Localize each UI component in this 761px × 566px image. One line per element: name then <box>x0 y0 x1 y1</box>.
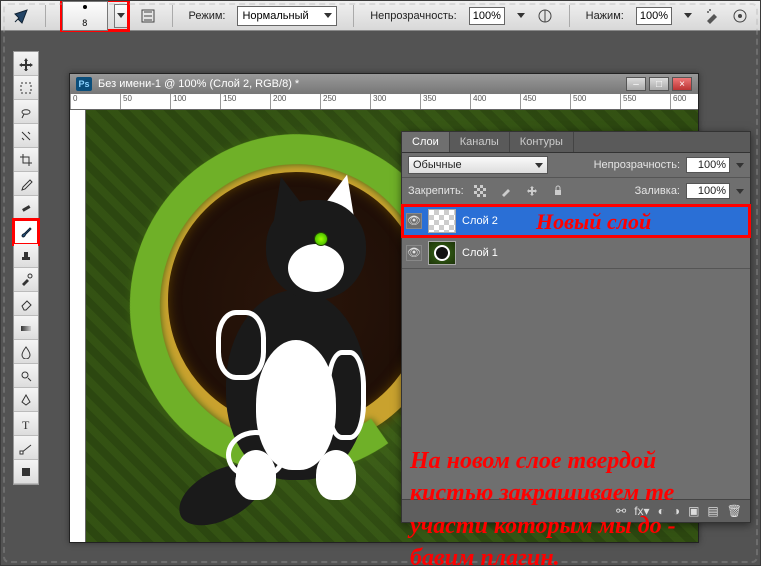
fill-dropdown-icon[interactable] <box>736 189 744 194</box>
flow-input[interactable]: 100% <box>636 7 672 25</box>
wand-tool[interactable] <box>14 124 38 148</box>
close-button[interactable]: × <box>672 77 692 91</box>
layer-thumbnail[interactable] <box>428 209 456 233</box>
brush-size-value: 8 <box>82 18 87 28</box>
lock-all-icon[interactable] <box>548 181 568 201</box>
history-brush-tool[interactable] <box>14 268 38 292</box>
opacity-label: Непрозрачность: <box>370 10 456 22</box>
tools-palette: T <box>13 51 39 485</box>
opacity-dropdown-icon[interactable] <box>517 13 525 18</box>
tab-layers[interactable]: Слои <box>402 132 450 152</box>
annotation-new-layer: Новый слой <box>536 209 651 235</box>
layer-name: Слой 2 <box>462 215 498 227</box>
brush-preset-picker[interactable]: 8 <box>62 1 128 30</box>
panel-tabs: Слои Каналы Контуры <box>402 132 750 153</box>
maximize-button[interactable]: □ <box>649 77 669 91</box>
crop-tool[interactable] <box>14 148 38 172</box>
ps-icon: Ps <box>76 77 92 91</box>
layer-blend-mode-select[interactable]: Обычные <box>408 156 548 174</box>
fill-input[interactable]: 100% <box>686 183 730 199</box>
layer-row-layer2[interactable]: 👁 Слой 2 Новый слой <box>402 205 750 237</box>
marquee-tool[interactable] <box>14 76 38 100</box>
application-window: 8 Режим: Нормальный Непрозрачность: 100%… <box>0 0 761 566</box>
heal-tool[interactable] <box>14 196 38 220</box>
stamp-tool[interactable] <box>14 244 38 268</box>
flow-label: Нажим: <box>586 10 624 22</box>
vertical-ruler <box>70 110 86 542</box>
lock-label: Закрепить: <box>408 185 464 197</box>
brush-tool[interactable] <box>14 220 38 244</box>
blur-tool[interactable] <box>14 340 38 364</box>
layer-opacity-label: Непрозрачность: <box>594 159 680 171</box>
document-title: Без имени-1 @ 100% (Слой 2, RGB/8) * <box>98 78 299 90</box>
document-titlebar[interactable]: Ps Без имени-1 @ 100% (Слой 2, RGB/8) * … <box>70 74 698 94</box>
shape-tool[interactable] <box>14 460 38 484</box>
layer-name: Слой 1 <box>462 247 498 259</box>
svg-text:T: T <box>22 418 30 431</box>
tab-paths[interactable]: Контуры <box>510 132 574 152</box>
layers-panel[interactable]: Слои Каналы Контуры Обычные Непрозрачнос… <box>401 131 751 523</box>
mode-label: Режим: <box>189 10 226 22</box>
type-tool[interactable]: T <box>14 412 38 436</box>
layer-thumbnail[interactable] <box>428 241 456 265</box>
path-tool[interactable] <box>14 436 38 460</box>
visibility-toggle-icon[interactable]: 👁 <box>406 213 422 229</box>
opacity-input[interactable]: 100% <box>469 7 505 25</box>
tablet-size-icon[interactable] <box>732 6 748 26</box>
layer-opacity-dropdown-icon[interactable] <box>736 163 744 168</box>
dodge-tool[interactable] <box>14 364 38 388</box>
gradient-tool[interactable] <box>14 316 38 340</box>
pen-tool[interactable] <box>14 388 38 412</box>
airbrush-icon[interactable] <box>704 6 720 26</box>
eyedropper-tool[interactable] <box>14 172 38 196</box>
layer-opacity-input[interactable]: 100% <box>686 157 730 173</box>
visibility-toggle-icon[interactable]: 👁 <box>406 245 422 261</box>
brush-panel-toggle-icon[interactable] <box>140 6 156 26</box>
flow-dropdown-icon[interactable] <box>684 13 692 18</box>
minimize-button[interactable]: – <box>626 77 646 91</box>
tablet-opacity-icon[interactable] <box>537 6 553 26</box>
eraser-tool[interactable] <box>14 292 38 316</box>
blend-mode-select[interactable]: Нормальный <box>237 6 337 26</box>
layer-row-layer1[interactable]: 👁 Слой 1 <box>402 237 750 269</box>
brush-tool-icon <box>13 6 29 26</box>
annotation-text: На новом слое твердой кистью закрашиваем… <box>410 445 742 566</box>
lock-pixels-icon[interactable] <box>496 181 516 201</box>
options-bar: 8 Режим: Нормальный Непрозрачность: 100%… <box>1 1 760 31</box>
lock-transparency-icon[interactable] <box>470 181 490 201</box>
tab-channels[interactable]: Каналы <box>450 132 510 152</box>
layer-list: 👁 Слой 2 Новый слой 👁 Слой 1 На новом сл… <box>402 205 750 499</box>
brush-preset-dropdown-icon[interactable] <box>114 4 128 28</box>
fill-label: Заливка: <box>635 185 680 197</box>
lasso-tool[interactable] <box>14 100 38 124</box>
lock-position-icon[interactable] <box>522 181 542 201</box>
move-tool[interactable] <box>14 52 38 76</box>
horizontal-ruler: 050100150200250300350400450500550600 <box>70 94 698 110</box>
